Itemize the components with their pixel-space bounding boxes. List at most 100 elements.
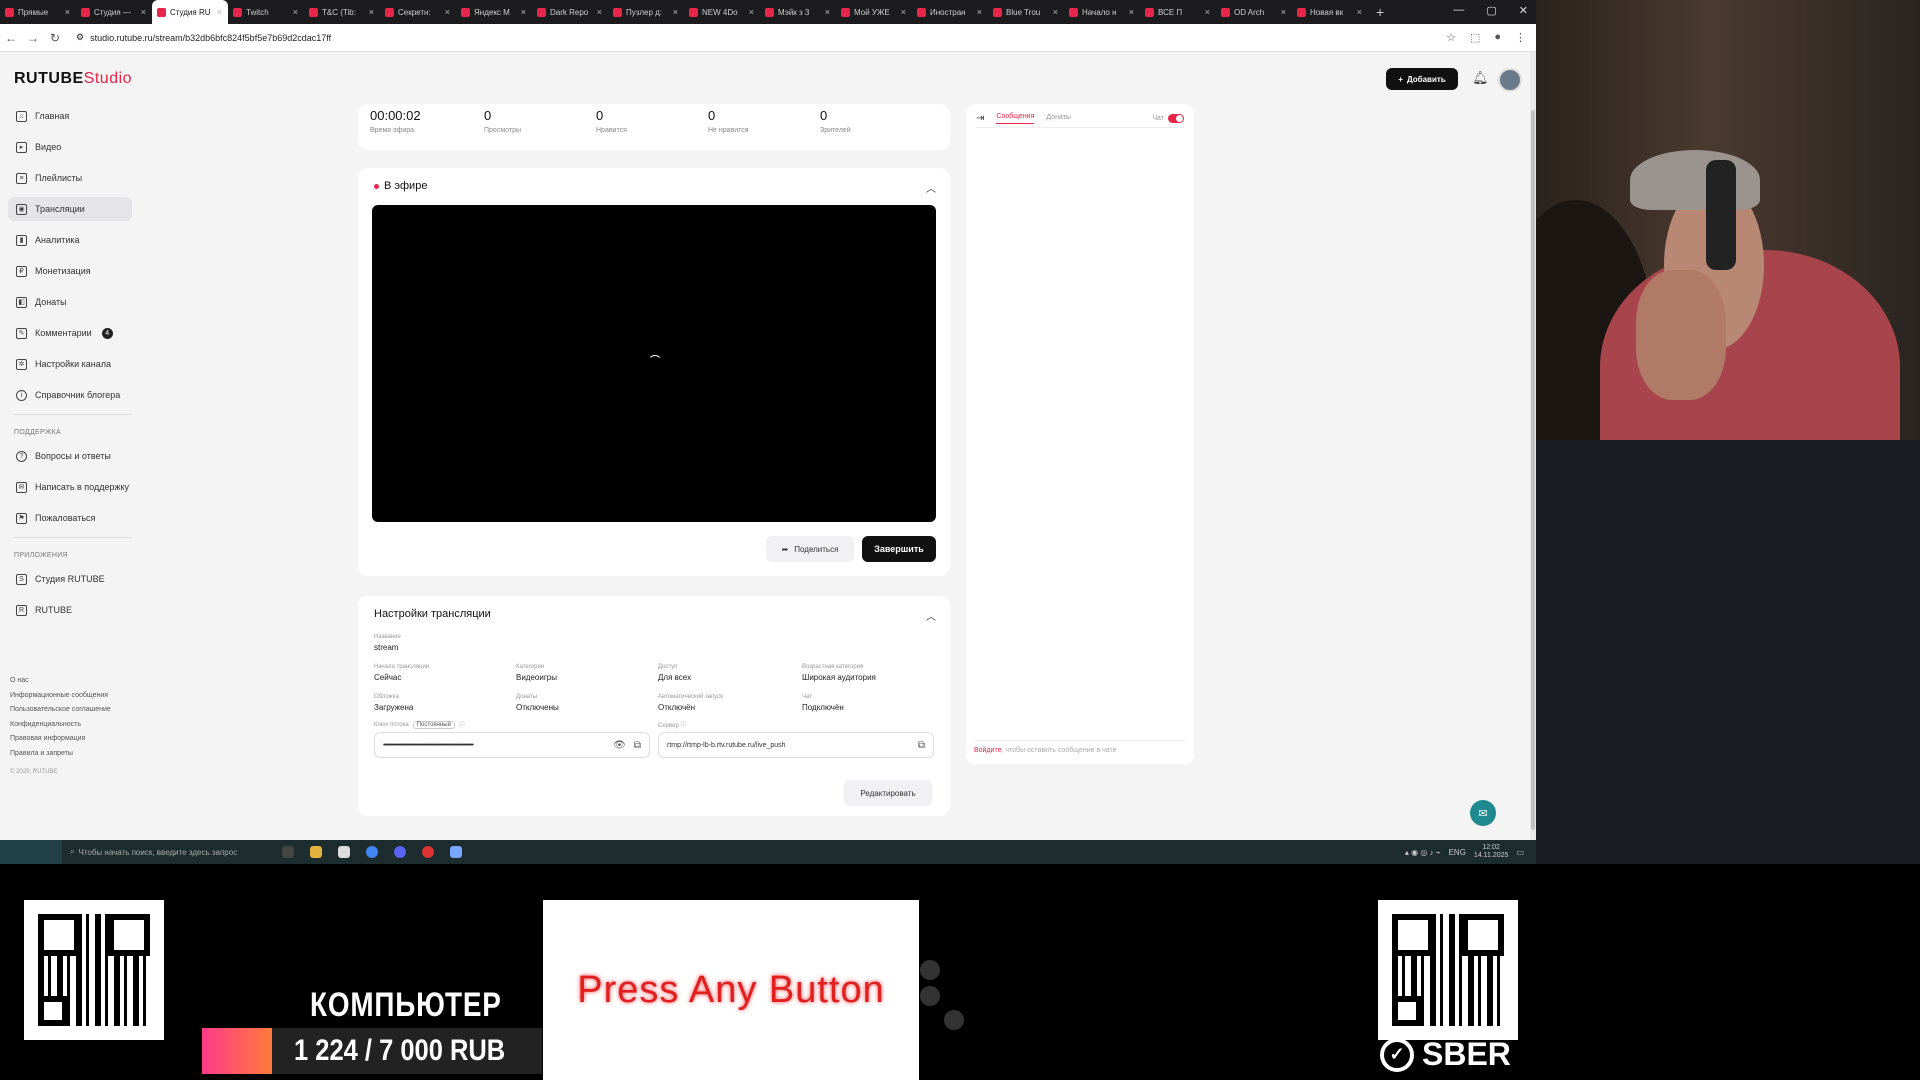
browser-tab[interactable]: Иностран ×: [912, 0, 988, 24]
browser-tab[interactable]: NEW 4Do ×: [684, 0, 760, 24]
browser-tab[interactable]: Яндекс М ×: [456, 0, 532, 24]
clock[interactable]: 12:02 14.11.2025: [1474, 844, 1509, 860]
close-tab-icon[interactable]: ×: [749, 7, 754, 17]
close-tab-icon[interactable]: ×: [673, 7, 678, 17]
tab-messages[interactable]: Сообщения: [996, 113, 1035, 124]
footer-link[interactable]: Конфиденциальность: [10, 718, 111, 733]
reload-icon[interactable]: ↻: [44, 31, 66, 45]
browser-tab[interactable]: ВСЕ П ×: [1140, 0, 1216, 24]
close-tab-icon[interactable]: ×: [1281, 7, 1286, 17]
notifications-bell-icon[interactable]: 🔔︎: [1472, 70, 1489, 86]
login-link[interactable]: Войдите: [974, 747, 1002, 754]
footer-link[interactable]: Правовая информация: [10, 732, 111, 747]
browser-tab[interactable]: Прямые ×: [0, 0, 76, 24]
sidebar-item[interactable]: ? Вопросы и ответы: [8, 444, 132, 468]
notification-center-icon[interactable]: ▭: [1516, 848, 1524, 857]
tray-icons[interactable]: ▴ ◉ ◎ ♪ ⌁: [1405, 848, 1441, 857]
close-tab-icon[interactable]: ×: [369, 7, 374, 17]
close-tab-icon[interactable]: ×: [1357, 7, 1362, 17]
sidebar-item[interactable]: ₽ Монетизация: [8, 259, 132, 283]
minimize-icon[interactable]: —: [1453, 4, 1464, 17]
sidebar-item[interactable]: i Справочник блогера: [8, 383, 132, 407]
sidebar-item[interactable]: ✎ Комментарии 4: [8, 321, 132, 345]
finish-button[interactable]: Завершить: [862, 536, 936, 562]
chevron-up-icon[interactable]: ︿: [926, 608, 936, 623]
show-key-eye-icon[interactable]: 👁︎: [613, 740, 626, 751]
help-icon[interactable]: ⓘ: [680, 723, 686, 729]
sidebar-item[interactable]: R RUTUBE: [8, 598, 132, 622]
footer-link[interactable]: Правила и запреты: [10, 747, 111, 762]
browser-tab[interactable]: Секретн: ×: [380, 0, 456, 24]
close-tab-icon[interactable]: ×: [445, 7, 450, 17]
close-tab-icon[interactable]: ×: [1129, 7, 1134, 17]
browser-tab[interactable]: Студия — ×: [76, 0, 152, 24]
add-button[interactable]: + Добавить: [1386, 68, 1458, 90]
close-tab-icon[interactable]: ×: [217, 7, 222, 17]
close-tab-icon[interactable]: ×: [901, 7, 906, 17]
help-icon[interactable]: ⓘ: [459, 720, 465, 729]
copy-server-icon[interactable]: ⧉: [918, 740, 925, 751]
share-button[interactable]: ➦ Поделиться: [766, 536, 854, 562]
file-explorer-icon[interactable]: [310, 846, 322, 858]
browser-tab[interactable]: OD Arch ×: [1216, 0, 1292, 24]
footer-link[interactable]: Пользовательское соглашение: [10, 703, 111, 718]
close-tab-icon[interactable]: ×: [1053, 7, 1058, 17]
close-tab-icon[interactable]: ×: [293, 7, 298, 17]
rutube-studio-logo[interactable]: RUTUBEStudio: [14, 70, 132, 88]
close-tab-icon[interactable]: ×: [521, 7, 526, 17]
new-tab-button[interactable]: +: [1368, 4, 1392, 20]
copy-key-icon[interactable]: ⧉: [634, 740, 641, 751]
browser-tab[interactable]: Twitch ×: [228, 0, 304, 24]
browser-tab[interactable]: Blue Trou ×: [988, 0, 1064, 24]
stream-key-input[interactable]: ••••••••••••••••••••••••••••••••••••••••…: [374, 732, 650, 758]
browser-tab[interactable]: Пузлер д: ×: [608, 0, 684, 24]
extensions-icon[interactable]: ⬚: [1470, 31, 1480, 44]
browser-tab[interactable]: Начало н ×: [1064, 0, 1140, 24]
profile-icon[interactable]: ●: [1494, 31, 1501, 44]
scrollbar-thumb[interactable]: [1531, 110, 1535, 830]
sidebar-item[interactable]: ≡ Плейлисты: [8, 166, 132, 190]
sidebar-item[interactable]: ▮ Аналитика: [8, 228, 132, 252]
close-tab-icon[interactable]: ×: [1205, 7, 1210, 17]
maximize-icon[interactable]: ▢: [1486, 4, 1496, 17]
sidebar-item[interactable]: ✲ Настройки канала: [8, 352, 132, 376]
task-view-icon[interactable]: [282, 846, 294, 858]
tab-donates[interactable]: Донаты: [1046, 114, 1071, 124]
edit-button[interactable]: Редактировать: [844, 780, 932, 806]
bookmark-star-icon[interactable]: ☆: [1446, 31, 1456, 44]
language-indicator[interactable]: ENG: [1449, 848, 1466, 857]
browser-tab[interactable]: Мой УЖЕ ×: [836, 0, 912, 24]
collapse-chat-icon[interactable]: ⇥: [976, 113, 984, 124]
discord-icon[interactable]: [394, 846, 406, 858]
sidebar-item[interactable]: ▸ Видео: [8, 135, 132, 159]
site-info-icon[interactable]: ⚙: [76, 32, 84, 43]
browser-tab[interactable]: Мэйк з 3 ×: [760, 0, 836, 24]
store-icon[interactable]: [338, 846, 350, 858]
sidebar-item[interactable]: ⌂ Главная: [8, 104, 132, 128]
obs-icon[interactable]: [422, 846, 434, 858]
sidebar-item[interactable]: ✉ Написать в поддержку: [8, 475, 132, 499]
app-icon[interactable]: [450, 846, 462, 858]
close-tab-icon[interactable]: ×: [65, 7, 70, 17]
close-tab-icon[interactable]: ×: [597, 7, 602, 17]
close-window-icon[interactable]: ✕: [1519, 4, 1528, 17]
avatar[interactable]: [1498, 68, 1522, 92]
sidebar-item[interactable]: ◧ Донаты: [8, 290, 132, 314]
browser-tab[interactable]: Новая вк ×: [1292, 0, 1368, 24]
sidebar-item[interactable]: ◉ Трансляции: [8, 197, 132, 221]
close-tab-icon[interactable]: ×: [825, 7, 830, 17]
taskbar-search[interactable]: ⌕ Чтобы начать поиск, введите здесь запр…: [62, 847, 272, 857]
browser-tab[interactable]: T&C (Tib: ×: [304, 0, 380, 24]
server-input[interactable]: rtmp://rtmp-lb-b.rtv.rutube.ru/live_push…: [658, 732, 934, 758]
start-button[interactable]: [0, 840, 62, 864]
sidebar-item[interactable]: ⚑ Пожаловаться: [8, 506, 132, 530]
chat-toggle[interactable]: Чат: [1152, 114, 1184, 123]
back-icon[interactable]: ←: [0, 31, 22, 45]
video-player[interactable]: [372, 205, 936, 522]
support-chat-icon[interactable]: ✉: [1470, 800, 1496, 826]
browser-menu-icon[interactable]: ⋮: [1515, 31, 1526, 44]
chevron-up-icon[interactable]: ︿: [926, 180, 936, 195]
close-tab-icon[interactable]: ×: [977, 7, 982, 17]
forward-icon[interactable]: →: [22, 31, 44, 45]
chrome-icon[interactable]: [366, 846, 378, 858]
